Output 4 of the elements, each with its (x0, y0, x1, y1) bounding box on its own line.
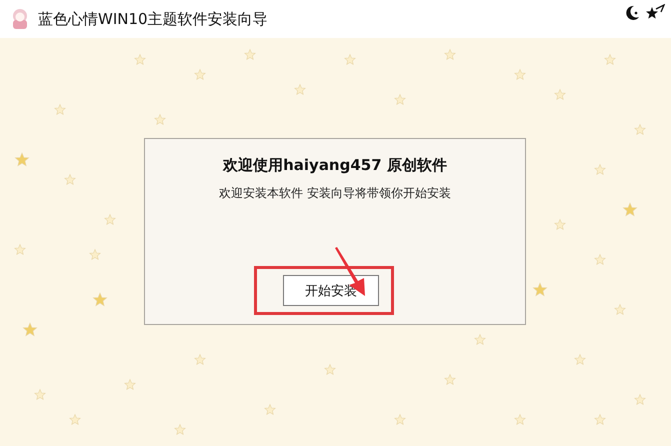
dialog-heading: 欢迎使用haiyang457 原创软件 (223, 156, 447, 175)
window-title: 蓝色心情WIN10主题软件安装向导 (38, 10, 268, 28)
dialog-message: 欢迎安装本软件 安装向导将带领你开始安装 (219, 185, 451, 202)
avatar-icon (10, 8, 30, 30)
